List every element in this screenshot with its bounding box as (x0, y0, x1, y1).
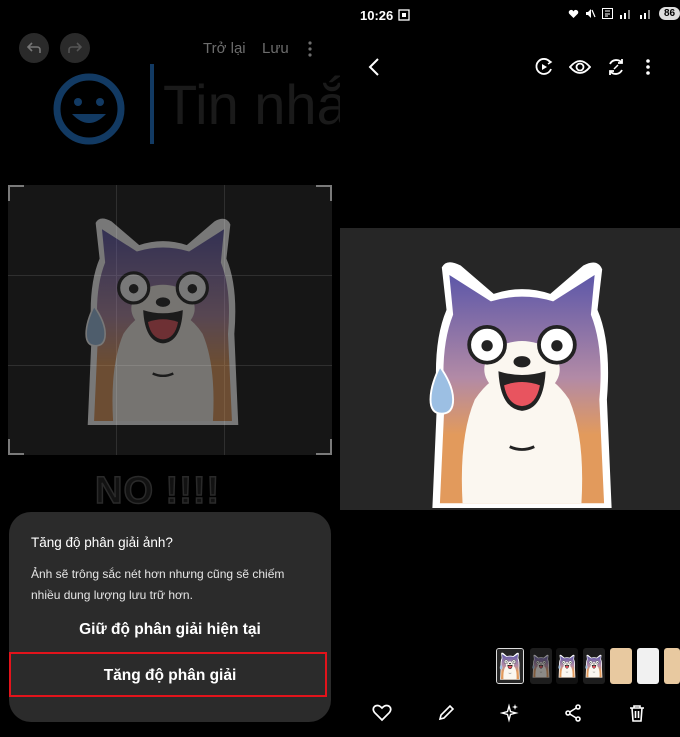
dialog-message: Ảnh sẽ trông sắc nét hơn nhưng cũng sẽ c… (31, 567, 285, 602)
dialog-title: Tăng độ phân giải ảnh? (31, 535, 173, 550)
eye-icon[interactable] (568, 55, 592, 79)
thumbnail-4[interactable] (583, 648, 605, 684)
status-time: 10:26 (360, 8, 394, 23)
share-icon[interactable] (561, 701, 585, 725)
thumbnail-selected[interactable] (496, 648, 524, 684)
heart-icon[interactable] (370, 701, 394, 725)
undo-icon (26, 42, 41, 53)
background-heading: Tin nhắ (163, 73, 340, 136)
battery-badge: 86 (659, 7, 680, 20)
back-text-button[interactable]: Trở lại (203, 40, 246, 57)
back-icon[interactable] (362, 55, 386, 79)
mute-icon (586, 9, 596, 18)
gallery-viewer: 10:26 86 (340, 0, 680, 737)
editor-more-icon[interactable] (306, 40, 314, 63)
signal-icon-2 (640, 10, 650, 19)
redo-icon (68, 42, 83, 53)
crop-handle-tr[interactable] (316, 185, 332, 201)
thumbnail-3[interactable] (556, 648, 578, 684)
sync-icon[interactable] (604, 55, 628, 79)
screenshot-icon (398, 9, 410, 21)
smiley-icon (53, 73, 125, 145)
thumbnail-6[interactable] (637, 648, 659, 684)
keep-resolution-button[interactable]: Giữ độ phân giải hiện tại (9, 621, 331, 639)
crop-handle-bl[interactable] (8, 439, 24, 455)
sticker-image-dimmed (84, 216, 240, 425)
main-photo[interactable] (340, 228, 680, 510)
crop-area[interactable] (8, 185, 332, 455)
resolution-dialog: Tăng độ phân giải ảnh? Ảnh sẽ trông sắc … (9, 512, 331, 722)
thumbnail-5[interactable] (610, 648, 632, 684)
undo-button[interactable] (19, 33, 49, 63)
pencil-icon[interactable] (434, 701, 458, 725)
crop-handle-tl[interactable] (8, 185, 24, 201)
sticker-image (428, 260, 614, 508)
motion-photo-icon[interactable] (532, 55, 556, 79)
status-icons: 86 (568, 7, 680, 20)
data-icon (602, 8, 613, 19)
thumbnail-2[interactable] (530, 648, 552, 684)
redo-button[interactable] (60, 33, 90, 63)
editor-panel: Trở lại Lưu Tin nhắ NO !!!! Tăng độ phân… (0, 0, 340, 737)
heart-status-icon (568, 9, 579, 18)
more-icon[interactable] (638, 55, 658, 79)
text-cursor (150, 64, 154, 144)
signal-icon-1 (620, 10, 630, 19)
sparkle-icon[interactable] (498, 701, 522, 725)
trash-icon[interactable] (625, 701, 649, 725)
thumbnail-7[interactable] (664, 648, 680, 684)
sticker-caption: NO !!!! (94, 469, 221, 513)
save-text-button[interactable]: Lưu (262, 40, 289, 57)
crop-handle-br[interactable] (316, 439, 332, 455)
increase-resolution-button[interactable]: Tăng độ phân giải (9, 667, 331, 685)
